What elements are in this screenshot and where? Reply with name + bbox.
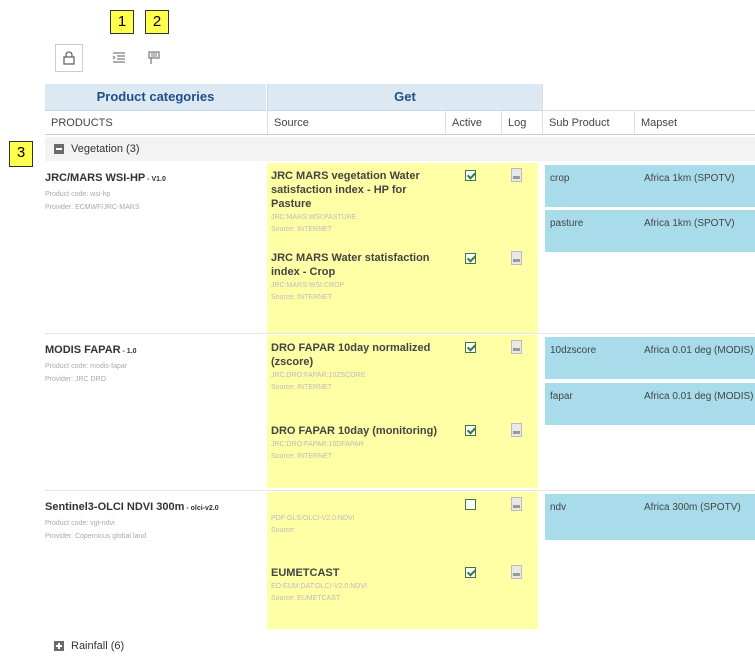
col-mapset[interactable]: Mapset bbox=[634, 111, 755, 135]
source-code: JRC:DRO:FAPAR:10DFAPAR bbox=[271, 441, 364, 448]
product-code: Product code: wsi-hp bbox=[45, 191, 111, 198]
mapset-name: Africa 1km (SPOTV) bbox=[644, 218, 735, 229]
product-version: - V1.0 bbox=[145, 176, 166, 183]
subproduct-name: pasture bbox=[550, 218, 584, 229]
source-origin: Source: INTERNET bbox=[271, 384, 333, 391]
log-icon[interactable] bbox=[511, 497, 522, 511]
header-product-categories: Product categories bbox=[45, 84, 266, 111]
source-title: DRO FAPAR 10day (monitoring) bbox=[271, 425, 438, 437]
active-checkbox[interactable] bbox=[465, 170, 476, 181]
marker-2: 2 bbox=[145, 10, 169, 34]
subproduct-name: 10dzscore bbox=[550, 345, 597, 356]
product-sentinel3-olci: Sentinel3-OLCI NDVI 300m - olci-v2.0 Pro… bbox=[45, 497, 265, 540]
row-divider bbox=[45, 333, 755, 334]
flag-icon bbox=[148, 51, 160, 64]
source-item: JRC MARS vegetation Water satisfaction i… bbox=[271, 169, 441, 233]
col-log[interactable]: Log bbox=[501, 111, 542, 135]
active-checkbox[interactable] bbox=[465, 499, 476, 510]
source-code: JRC:MARS:WSI:CROP bbox=[271, 282, 345, 289]
mapset-name: Africa 300m (SPOTV) bbox=[644, 502, 741, 513]
product-version: - 1.0 bbox=[120, 348, 137, 355]
subproduct-name: fapar bbox=[550, 391, 573, 402]
log-icon[interactable] bbox=[511, 340, 522, 354]
product-provider: Provider: Copernicus global land bbox=[45, 533, 147, 540]
source-title: JRC MARS vegetation Water satisfaction i… bbox=[271, 170, 420, 210]
mapset-name: Africa 0.01 deg (MODIS) bbox=[644, 391, 754, 402]
group-label: Vegetation (3) bbox=[71, 143, 140, 155]
log-icon[interactable] bbox=[511, 565, 522, 579]
col-products[interactable]: PRODUCTS bbox=[45, 111, 267, 135]
subproduct-name: crop bbox=[550, 173, 570, 184]
marker-3: 3 bbox=[9, 141, 33, 167]
source-origin: Source: INTERNET bbox=[271, 453, 333, 460]
source-code: EO:EUM:DAT:OLCI-V2.0:NDVI bbox=[271, 583, 367, 590]
header-blank bbox=[542, 84, 755, 111]
indent-button[interactable] bbox=[105, 44, 133, 72]
lock-icon bbox=[63, 51, 75, 65]
source-item: PDF:GLS:OLCI-V2.0:NDVI Source: bbox=[271, 512, 441, 534]
mapset-name: Africa 1km (SPOTV) bbox=[644, 173, 735, 184]
source-item: EUMETCAST EO:EUM:DAT:OLCI-V2.0:NDVI Sour… bbox=[271, 566, 441, 602]
source-item: DRO FAPAR 10day normalized (zscore) JRC:… bbox=[271, 341, 441, 391]
subproduct-name: ndv bbox=[550, 502, 567, 513]
product-name: Sentinel3-OLCI NDVI 300m bbox=[45, 501, 185, 513]
collapse-icon[interactable] bbox=[54, 144, 64, 154]
source-title: DRO FAPAR 10day normalized (zscore) bbox=[271, 342, 431, 368]
header-get: Get bbox=[267, 84, 542, 111]
source-code: JRC:DRO:FAPAR:10ZSCORE bbox=[271, 372, 366, 379]
active-checkbox[interactable] bbox=[465, 567, 476, 578]
product-provider: Provider: JRC DRO bbox=[45, 376, 107, 383]
source-origin: Source: EUMETCAST bbox=[271, 595, 341, 602]
active-checkbox[interactable] bbox=[465, 425, 476, 436]
source-item: JRC MARS Water statisfaction index - Cro… bbox=[271, 251, 441, 301]
source-origin: Source: bbox=[271, 527, 296, 534]
subproduct-row[interactable]: 10dzscore Africa 0.01 deg (MODIS) bbox=[545, 337, 755, 379]
product-code: Product code: vgt-ndvi bbox=[45, 520, 115, 527]
active-checkbox[interactable] bbox=[465, 253, 476, 264]
col-sub-product[interactable]: Sub Product bbox=[542, 111, 634, 135]
subproduct-row[interactable]: ndv Africa 300m (SPOTV) bbox=[545, 494, 755, 540]
marker-1: 1 bbox=[110, 10, 134, 34]
active-checkbox[interactable] bbox=[465, 342, 476, 353]
log-icon[interactable] bbox=[511, 251, 522, 265]
indent-icon bbox=[112, 52, 125, 63]
product-code: Product code: modis-fapar bbox=[45, 363, 128, 370]
product-modis-fapar: MODIS FAPAR - 1.0 Product code: modis-fa… bbox=[45, 340, 265, 383]
source-code: PDF:GLS:OLCI-V2.0:NDVI bbox=[271, 515, 355, 522]
expand-icon[interactable] bbox=[54, 641, 64, 651]
row-divider bbox=[45, 490, 755, 491]
source-code: JRC:MARS:WSI:PASTURE bbox=[271, 214, 357, 221]
group-label: Rainfall (6) bbox=[71, 640, 125, 652]
log-icon[interactable] bbox=[511, 423, 522, 437]
mapset-name: Africa 0.01 deg (MODIS) bbox=[644, 345, 754, 356]
group-row-rainfall[interactable]: Rainfall (6) bbox=[45, 634, 755, 658]
product-provider: Provider: ECMWF/JRC-MARS bbox=[45, 204, 140, 211]
source-item: DRO FAPAR 10day (monitoring) JRC:DRO:FAP… bbox=[271, 424, 441, 460]
source-origin: Source: INTERNET bbox=[271, 226, 333, 233]
group-row-vegetation[interactable]: Vegetation (3) bbox=[45, 137, 755, 161]
log-icon[interactable] bbox=[511, 168, 522, 182]
product-wsi-hp: JRC/MARS WSI-HP - V1.0 Product code: wsi… bbox=[45, 168, 265, 211]
source-title: JRC MARS Water statisfaction index - Cro… bbox=[271, 252, 430, 278]
lock-button[interactable] bbox=[55, 44, 83, 72]
source-title: EUMETCAST bbox=[271, 567, 340, 579]
subproduct-row[interactable]: crop Africa 1km (SPOTV) bbox=[545, 165, 755, 207]
subproduct-row[interactable]: pasture Africa 1km (SPOTV) bbox=[545, 210, 755, 252]
subproduct-row[interactable]: fapar Africa 0.01 deg (MODIS) bbox=[545, 383, 755, 425]
product-version: - olci-v2.0 bbox=[184, 505, 219, 512]
product-name: JRC/MARS WSI-HP bbox=[45, 172, 146, 184]
product-name: MODIS FAPAR bbox=[45, 344, 121, 356]
flag-button[interactable] bbox=[140, 44, 168, 72]
col-source[interactable]: Source bbox=[267, 111, 445, 135]
source-origin: Source: INTERNET bbox=[271, 294, 333, 301]
col-active[interactable]: Active bbox=[445, 111, 501, 135]
